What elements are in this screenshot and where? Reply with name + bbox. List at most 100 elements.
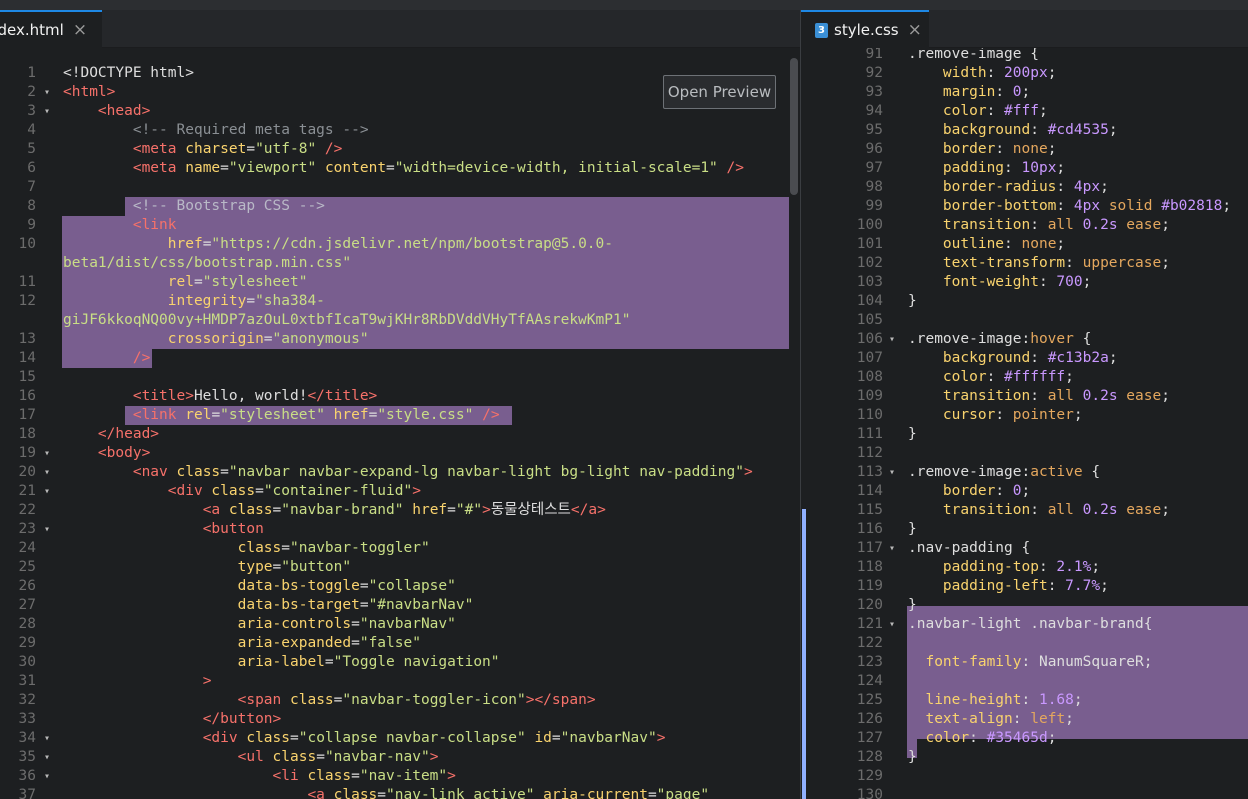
code-line[interactable]: 25 type="button" bbox=[0, 558, 800, 577]
fold-arrow-icon[interactable]: ▾ bbox=[44, 729, 50, 748]
code-line[interactable]: 110 cursor: pointer; bbox=[801, 406, 1248, 425]
code-line[interactable]: 9 <link bbox=[0, 216, 800, 235]
code-text: crossorigin="anonymous" bbox=[167, 331, 369, 347]
code-line[interactable]: 127 color: #35465d; bbox=[801, 729, 1248, 748]
fold-arrow-icon[interactable]: ▾ bbox=[44, 482, 50, 501]
code-line[interactable]: 36 ▾ <li class="nav-item"> bbox=[0, 767, 800, 786]
code-line[interactable]: 126 text-align: left; bbox=[801, 710, 1248, 729]
fold-arrow-icon[interactable]: ▾ bbox=[889, 463, 895, 482]
code-line[interactable]: 113 ▾ .remove-image:active { bbox=[801, 463, 1248, 482]
code-line[interactable]: 98 border-radius: 4px; bbox=[801, 178, 1248, 197]
code-line[interactable]: 128} bbox=[801, 748, 1248, 767]
code-line[interactable]: 14 /> bbox=[0, 349, 800, 368]
fold-arrow-icon[interactable]: ▾ bbox=[44, 463, 50, 482]
code-line[interactable]: 35 ▾ <ul class="navbar-nav"> bbox=[0, 748, 800, 767]
code-line[interactable]: 8 <!-- Bootstrap CSS --> bbox=[0, 197, 800, 216]
code-line[interactable]: 29 aria-expanded="false" bbox=[0, 634, 800, 653]
fold-arrow-icon[interactable]: ▾ bbox=[44, 102, 50, 121]
code-line[interactable]: 119 padding-left: 7.7%; bbox=[801, 577, 1248, 596]
code-line[interactable]: 130 bbox=[801, 786, 1248, 799]
fold-arrow-icon[interactable]: ▾ bbox=[44, 748, 50, 767]
code-line[interactable]: 16 <title>Hello, world!</title> bbox=[0, 387, 800, 406]
close-icon[interactable]: × bbox=[908, 20, 922, 40]
code-line[interactable]: beta1/dist/css/bootstrap.min.css" bbox=[0, 254, 800, 273]
open-preview-button[interactable]: Open Preview bbox=[663, 75, 776, 109]
code-line[interactable]: 13 crossorigin="anonymous" bbox=[0, 330, 800, 349]
code-line[interactable]: 5 <meta charset="utf-8" /> bbox=[0, 140, 800, 159]
line-number: 9 bbox=[27, 217, 36, 233]
code-line[interactable]: 33 </button> bbox=[0, 710, 800, 729]
code-line[interactable]: 15 bbox=[0, 368, 800, 387]
code-line[interactable]: 34 ▾ <div class="collapse navbar-collapse… bbox=[0, 729, 800, 748]
code-line[interactable]: 104} bbox=[801, 292, 1248, 311]
scrollbar-thumb[interactable] bbox=[790, 58, 798, 195]
code-line[interactable]: giJF6kkoqNQ00vy+HMDP7azOuL0xtbfIcaT9wjKH… bbox=[0, 311, 800, 330]
code-line[interactable]: 118 padding-top: 2.1%; bbox=[801, 558, 1248, 577]
code-area-right[interactable]: 91 .remove-image {92 width: 200px; 93 marg… bbox=[801, 46, 1248, 799]
code-line[interactable]: 116} bbox=[801, 520, 1248, 539]
code-line[interactable]: 31 > bbox=[0, 672, 800, 691]
code-line[interactable]: 30 aria-label="Toggle navigation" bbox=[0, 653, 800, 672]
code-line[interactable]: 93 margin: 0; bbox=[801, 83, 1248, 102]
code-line[interactable]: 100 transition: all 0.2s ease; bbox=[801, 216, 1248, 235]
code-line[interactable]: 122 bbox=[801, 634, 1248, 653]
code-line[interactable]: 114 border: 0; bbox=[801, 482, 1248, 501]
code-line[interactable]: 99 border-bottom: 4px solid #b02818; bbox=[801, 197, 1248, 216]
code-line[interactable]: 120} bbox=[801, 596, 1248, 615]
code-line[interactable]: 107 background: #c13b2a; bbox=[801, 349, 1248, 368]
code-line[interactable]: 4 <!-- Required meta tags --> bbox=[0, 121, 800, 140]
code-line[interactable]: 115 transition: all 0.2s ease; bbox=[801, 501, 1248, 520]
code-line[interactable]: 26 data-bs-toggle="collapse" bbox=[0, 577, 800, 596]
code-line[interactable]: 7 bbox=[0, 178, 800, 197]
code-line[interactable]: 23 ▾ <button bbox=[0, 520, 800, 539]
code-line[interactable]: 96 border: none; bbox=[801, 140, 1248, 159]
code-line[interactable]: 117 ▾ .nav-padding { bbox=[801, 539, 1248, 558]
fold-arrow-icon[interactable]: ▾ bbox=[44, 83, 50, 102]
code-line[interactable]: 10 href="https://cdn.jsdelivr.net/npm/bo… bbox=[0, 235, 800, 254]
code-line[interactable]: 124 bbox=[801, 672, 1248, 691]
code-line[interactable]: 92 width: 200px; bbox=[801, 64, 1248, 83]
code-line[interactable]: 109 transition: all 0.2s ease; bbox=[801, 387, 1248, 406]
tab-index-html[interactable]: ndex.html × bbox=[0, 10, 102, 48]
code-line[interactable]: 103 font-weight: 700; bbox=[801, 273, 1248, 292]
code-line[interactable]: 105 bbox=[801, 311, 1248, 330]
fold-arrow-icon[interactable]: ▾ bbox=[889, 615, 895, 634]
fold-arrow-icon[interactable]: ▾ bbox=[44, 767, 50, 786]
code-line[interactable]: 102 text-transform: uppercase; bbox=[801, 254, 1248, 273]
code-line[interactable]: 12 integrity="sha384- bbox=[0, 292, 800, 311]
code-line[interactable]: 101 outline: none; bbox=[801, 235, 1248, 254]
fold-arrow-icon[interactable]: ▾ bbox=[889, 330, 895, 349]
code-line[interactable]: 19 ▾ <body> bbox=[0, 444, 800, 463]
code-line[interactable]: 22 <a class="navbar-brand" href="#">동물상테… bbox=[0, 501, 800, 520]
code-line[interactable]: 95 background: #cd4535; bbox=[801, 121, 1248, 140]
code-line[interactable]: 129 bbox=[801, 767, 1248, 786]
code-area-left[interactable]: 1 <!DOCTYPE html> 2 ▾ <html> 3 ▾ <head> 4 <!-- … bbox=[0, 58, 800, 799]
code-line[interactable]: 17 <link rel="stylesheet" href="style.cs… bbox=[0, 406, 800, 425]
code-line[interactable]: 112 bbox=[801, 444, 1248, 463]
code-line[interactable]: 108 color: #ffffff; bbox=[801, 368, 1248, 387]
code-line[interactable]: 94 color: #fff; bbox=[801, 102, 1248, 121]
code-line[interactable]: 32 <span class="navbar-toggler-icon"></s… bbox=[0, 691, 800, 710]
code-line[interactable]: 6 <meta name="viewport" content="width=d… bbox=[0, 159, 800, 178]
code-line[interactable]: 27 data-bs-target="#navbarNav" bbox=[0, 596, 800, 615]
editor-pane-right[interactable]: 91 .remove-image {92 width: 200px; 93 marg… bbox=[801, 10, 1248, 799]
code-line[interactable]: 28 aria-controls="navbarNav" bbox=[0, 615, 800, 634]
code-line[interactable]: 37 <a class="nav-link active" aria-curre… bbox=[0, 786, 800, 799]
fold-arrow-icon[interactable]: ▾ bbox=[44, 520, 50, 539]
code-line[interactable]: 18 </head> bbox=[0, 425, 800, 444]
fold-arrow-icon[interactable]: ▾ bbox=[44, 444, 50, 463]
code-line[interactable]: 24 class="navbar-toggler" bbox=[0, 539, 800, 558]
code-line[interactable]: 125 line-height: 1.68; bbox=[801, 691, 1248, 710]
code-line[interactable]: 121 ▾ .navbar-light .navbar-brand{ bbox=[801, 615, 1248, 634]
code-line[interactable]: 123 font-family: NanumSquareR; bbox=[801, 653, 1248, 672]
fold-arrow-icon[interactable]: ▾ bbox=[889, 539, 895, 558]
close-icon[interactable]: × bbox=[73, 20, 87, 40]
tab-style-css[interactable]: 3 style.css × bbox=[801, 10, 929, 48]
code-line[interactable]: 106 ▾ .remove-image:hover { bbox=[801, 330, 1248, 349]
editor-pane-left[interactable]: ndex.html × 1 <!DOCTYPE html> 2 ▾ <html> 3 ▾ <… bbox=[0, 10, 800, 799]
code-line[interactable]: 20 ▾ <nav class="navbar navbar-expand-lg … bbox=[0, 463, 800, 482]
code-line[interactable]: 97 padding: 10px; bbox=[801, 159, 1248, 178]
code-line[interactable]: 11 rel="stylesheet" bbox=[0, 273, 800, 292]
code-line[interactable]: 21 ▾ <div class="container-fluid"> bbox=[0, 482, 800, 501]
code-line[interactable]: 111} bbox=[801, 425, 1248, 444]
